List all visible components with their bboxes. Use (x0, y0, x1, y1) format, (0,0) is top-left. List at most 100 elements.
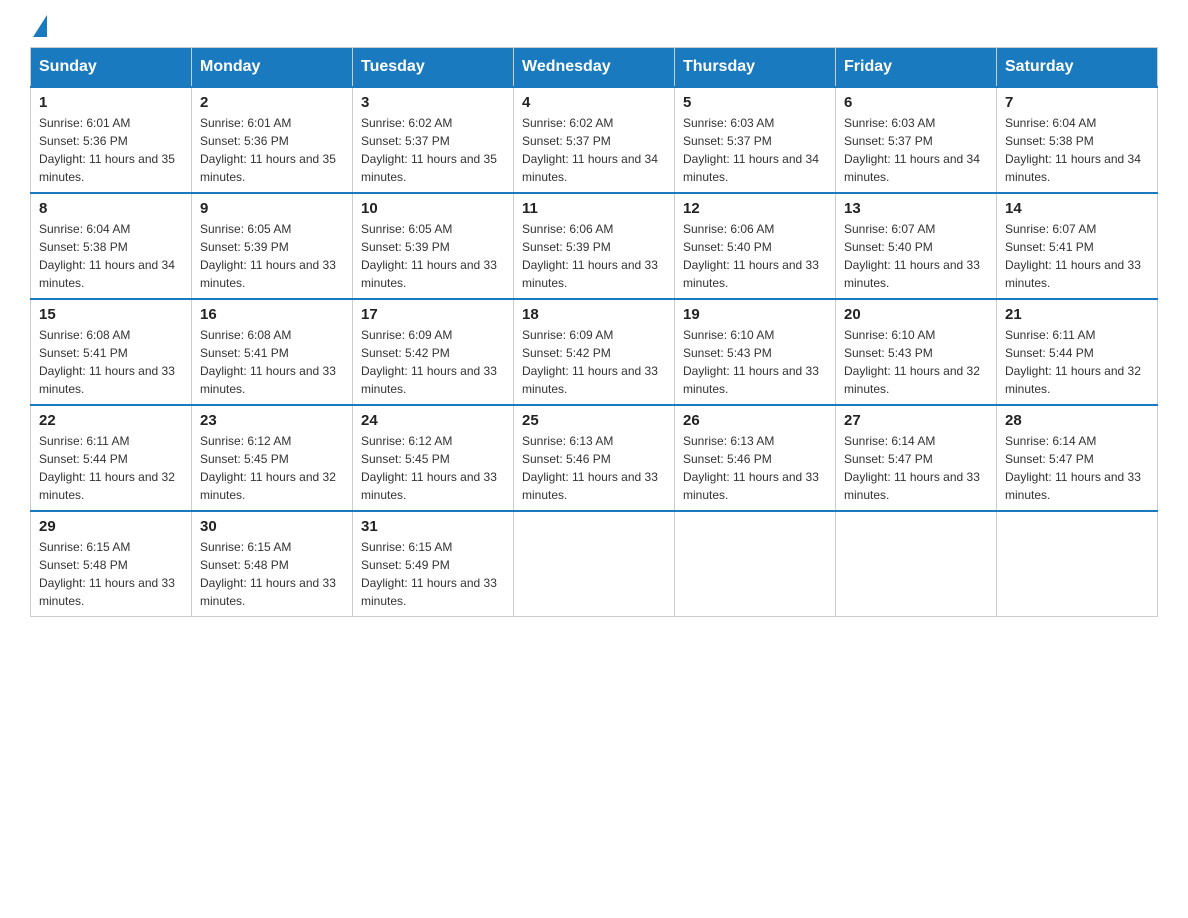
day-number: 9 (200, 200, 344, 217)
day-number: 25 (522, 412, 666, 429)
day-number: 14 (1005, 200, 1149, 217)
calendar-cell: 16 Sunrise: 6:08 AMSunset: 5:41 PMDayligh… (192, 299, 353, 405)
calendar-cell: 29 Sunrise: 6:15 AMSunset: 5:48 PMDayligh… (31, 511, 192, 617)
day-info: Sunrise: 6:05 AMSunset: 5:39 PMDaylight:… (200, 220, 344, 292)
calendar-cell: 26 Sunrise: 6:13 AMSunset: 5:46 PMDayligh… (675, 405, 836, 511)
calendar-cell (836, 511, 997, 617)
calendar-cell (514, 511, 675, 617)
day-number: 13 (844, 200, 988, 217)
column-header-monday: Monday (192, 48, 353, 88)
day-info: Sunrise: 6:06 AMSunset: 5:39 PMDaylight:… (522, 220, 666, 292)
calendar-cell: 11 Sunrise: 6:06 AMSunset: 5:39 PMDayligh… (514, 193, 675, 299)
calendar-cell: 3 Sunrise: 6:02 AMSunset: 5:37 PMDaylight… (353, 87, 514, 193)
day-info: Sunrise: 6:01 AMSunset: 5:36 PMDaylight:… (39, 114, 183, 186)
day-number: 2 (200, 94, 344, 111)
day-number: 20 (844, 306, 988, 323)
day-info: Sunrise: 6:15 AMSunset: 5:48 PMDaylight:… (39, 538, 183, 610)
day-info: Sunrise: 6:15 AMSunset: 5:48 PMDaylight:… (200, 538, 344, 610)
calendar-cell: 21Sunrise: 6:11 AMSunset: 5:44 PMDayligh… (997, 299, 1158, 405)
page-header (30, 20, 1158, 37)
calendar-cell: 19Sunrise: 6:10 AMSunset: 5:43 PMDayligh… (675, 299, 836, 405)
day-number: 5 (683, 94, 827, 111)
day-number: 26 (683, 412, 827, 429)
day-info: Sunrise: 6:13 AMSunset: 5:46 PMDaylight:… (683, 432, 827, 504)
calendar-cell: 25 Sunrise: 6:13 AMSunset: 5:46 PMDayligh… (514, 405, 675, 511)
calendar-header-row: SundayMondayTuesdayWednesdayThursdayFrid… (31, 48, 1158, 88)
calendar-cell: 5 Sunrise: 6:03 AMSunset: 5:37 PMDaylight… (675, 87, 836, 193)
day-info: Sunrise: 6:04 AMSunset: 5:38 PMDaylight:… (1005, 114, 1149, 186)
column-header-thursday: Thursday (675, 48, 836, 88)
day-number: 12 (683, 200, 827, 217)
day-info: Sunrise: 6:02 AMSunset: 5:37 PMDaylight:… (361, 114, 505, 186)
calendar-cell: 22 Sunrise: 6:11 AMSunset: 5:44 PMDayligh… (31, 405, 192, 511)
calendar-cell: 30 Sunrise: 6:15 AMSunset: 5:48 PMDayligh… (192, 511, 353, 617)
day-number: 6 (844, 94, 988, 111)
day-number: 1 (39, 94, 183, 111)
day-number: 24 (361, 412, 505, 429)
logo (30, 20, 47, 37)
calendar-cell: 23Sunrise: 6:12 AMSunset: 5:45 PMDayligh… (192, 405, 353, 511)
calendar-cell: 27 Sunrise: 6:14 AMSunset: 5:47 PMDayligh… (836, 405, 997, 511)
day-info: Sunrise: 6:15 AMSunset: 5:49 PMDaylight:… (361, 538, 505, 610)
column-header-friday: Friday (836, 48, 997, 88)
day-info: Sunrise: 6:13 AMSunset: 5:46 PMDaylight:… (522, 432, 666, 504)
day-info: Sunrise: 6:04 AMSunset: 5:38 PMDaylight:… (39, 220, 183, 292)
day-info: Sunrise: 6:10 AMSunset: 5:43 PMDaylight:… (683, 326, 827, 398)
day-info: Sunrise: 6:12 AMSunset: 5:45 PMDaylight:… (361, 432, 505, 504)
day-number: 16 (200, 306, 344, 323)
day-number: 31 (361, 518, 505, 535)
calendar-cell: 28 Sunrise: 6:14 AMSunset: 5:47 PMDayligh… (997, 405, 1158, 511)
column-header-tuesday: Tuesday (353, 48, 514, 88)
day-number: 3 (361, 94, 505, 111)
calendar-cell: 2 Sunrise: 6:01 AMSunset: 5:36 PMDaylight… (192, 87, 353, 193)
day-number: 18 (522, 306, 666, 323)
week-row-4: 22 Sunrise: 6:11 AMSunset: 5:44 PMDayligh… (31, 405, 1158, 511)
day-number: 28 (1005, 412, 1149, 429)
calendar-cell: 18Sunrise: 6:09 AMSunset: 5:42 PMDayligh… (514, 299, 675, 405)
calendar-cell: 24 Sunrise: 6:12 AMSunset: 5:45 PMDayligh… (353, 405, 514, 511)
calendar-cell: 6 Sunrise: 6:03 AMSunset: 5:37 PMDaylight… (836, 87, 997, 193)
calendar-cell: 8 Sunrise: 6:04 AMSunset: 5:38 PMDaylight… (31, 193, 192, 299)
calendar-cell: 31 Sunrise: 6:15 AMSunset: 5:49 PMDayligh… (353, 511, 514, 617)
day-number: 7 (1005, 94, 1149, 111)
day-info: Sunrise: 6:14 AMSunset: 5:47 PMDaylight:… (1005, 432, 1149, 504)
column-header-wednesday: Wednesday (514, 48, 675, 88)
day-number: 27 (844, 412, 988, 429)
day-info: Sunrise: 6:14 AMSunset: 5:47 PMDaylight:… (844, 432, 988, 504)
week-row-2: 8 Sunrise: 6:04 AMSunset: 5:38 PMDaylight… (31, 193, 1158, 299)
logo-triangle-icon (33, 15, 47, 37)
calendar-cell: 14 Sunrise: 6:07 AMSunset: 5:41 PMDayligh… (997, 193, 1158, 299)
calendar-cell: 1 Sunrise: 6:01 AMSunset: 5:36 PMDaylight… (31, 87, 192, 193)
day-number: 11 (522, 200, 666, 217)
day-info: Sunrise: 6:03 AMSunset: 5:37 PMDaylight:… (844, 114, 988, 186)
day-info: Sunrise: 6:05 AMSunset: 5:39 PMDaylight:… (361, 220, 505, 292)
day-info: Sunrise: 6:10 AMSunset: 5:43 PMDaylight:… (844, 326, 988, 398)
day-info: Sunrise: 6:11 AMSunset: 5:44 PMDaylight:… (1005, 326, 1149, 398)
day-number: 30 (200, 518, 344, 535)
week-row-1: 1 Sunrise: 6:01 AMSunset: 5:36 PMDaylight… (31, 87, 1158, 193)
day-info: Sunrise: 6:07 AMSunset: 5:40 PMDaylight:… (844, 220, 988, 292)
day-number: 17 (361, 306, 505, 323)
day-info: Sunrise: 6:03 AMSunset: 5:37 PMDaylight:… (683, 114, 827, 186)
day-info: Sunrise: 6:09 AMSunset: 5:42 PMDaylight:… (361, 326, 505, 398)
calendar-cell: 4Sunrise: 6:02 AMSunset: 5:37 PMDaylight… (514, 87, 675, 193)
day-info: Sunrise: 6:01 AMSunset: 5:36 PMDaylight:… (200, 114, 344, 186)
calendar-cell (997, 511, 1158, 617)
calendar-cell: 17 Sunrise: 6:09 AMSunset: 5:42 PMDayligh… (353, 299, 514, 405)
column-header-sunday: Sunday (31, 48, 192, 88)
calendar-cell (675, 511, 836, 617)
day-info: Sunrise: 6:08 AMSunset: 5:41 PMDaylight:… (39, 326, 183, 398)
day-info: Sunrise: 6:11 AMSunset: 5:44 PMDaylight:… (39, 432, 183, 504)
week-row-3: 15Sunrise: 6:08 AMSunset: 5:41 PMDayligh… (31, 299, 1158, 405)
day-info: Sunrise: 6:08 AMSunset: 5:41 PMDaylight:… (200, 326, 344, 398)
calendar-table: SundayMondayTuesdayWednesdayThursdayFrid… (30, 47, 1158, 617)
calendar-cell: 15Sunrise: 6:08 AMSunset: 5:41 PMDayligh… (31, 299, 192, 405)
day-info: Sunrise: 6:07 AMSunset: 5:41 PMDaylight:… (1005, 220, 1149, 292)
day-number: 23 (200, 412, 344, 429)
day-number: 22 (39, 412, 183, 429)
day-number: 8 (39, 200, 183, 217)
column-header-saturday: Saturday (997, 48, 1158, 88)
day-number: 10 (361, 200, 505, 217)
calendar-cell: 12Sunrise: 6:06 AMSunset: 5:40 PMDayligh… (675, 193, 836, 299)
day-number: 29 (39, 518, 183, 535)
